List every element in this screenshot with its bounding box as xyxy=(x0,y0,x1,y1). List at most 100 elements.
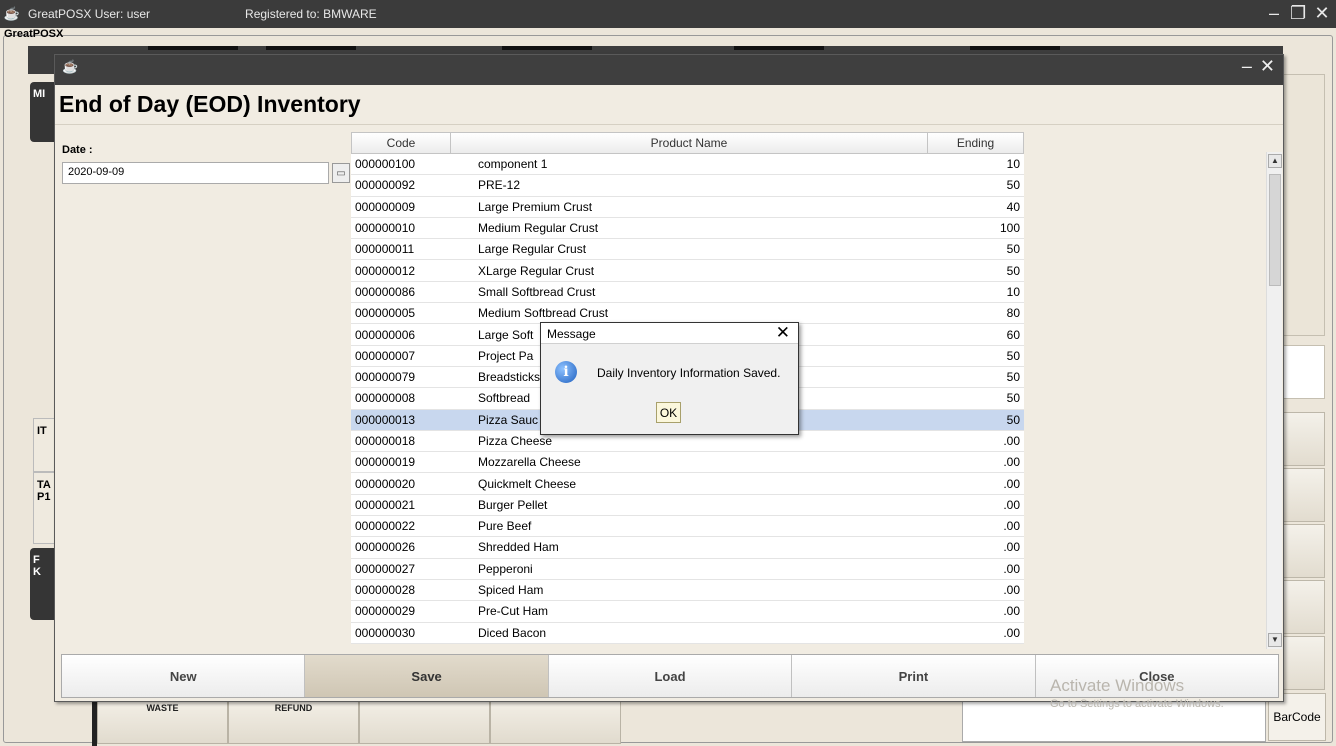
tab-indicator xyxy=(266,46,356,50)
cell-ending[interactable]: 80 xyxy=(928,306,1024,320)
table-row[interactable]: 000000022 Pure Beef .00 xyxy=(351,516,1024,538)
bg-right-button[interactable] xyxy=(1283,412,1325,466)
cell-code: 000000005 xyxy=(355,306,416,321)
app-title: GreatPOSX User: user xyxy=(28,7,151,21)
scroll-down-icon[interactable]: ▼ xyxy=(1268,633,1282,647)
cell-product-name: XLarge Regular Crust xyxy=(478,263,595,278)
cell-code: 000000086 xyxy=(355,284,416,299)
cell-ending[interactable]: .00 xyxy=(928,540,1024,554)
table-row[interactable]: 000000026 Shredded Ham .00 xyxy=(351,537,1024,559)
table-row[interactable]: 000000020 Quickmelt Cheese .00 xyxy=(351,473,1024,495)
cell-ending[interactable]: 50 xyxy=(928,413,1024,427)
table-row[interactable]: 000000021 Burger Pellet .00 xyxy=(351,495,1024,517)
print-button[interactable]: Print xyxy=(792,655,1036,697)
cell-ending[interactable]: .00 xyxy=(928,498,1024,512)
minimize-icon[interactable]: – xyxy=(1242,56,1252,77)
cell-ending[interactable]: 50 xyxy=(928,242,1024,256)
table-row[interactable]: 000000092 PRE-12 50 xyxy=(351,175,1024,197)
cell-ending[interactable]: .00 xyxy=(928,477,1024,491)
cell-ending[interactable]: 10 xyxy=(928,285,1024,299)
table-row[interactable]: 000000019 Mozzarella Cheese .00 xyxy=(351,452,1024,474)
table-row[interactable]: 000000100 component 1 10 xyxy=(351,154,1024,176)
cell-code: 000000020 xyxy=(355,476,416,491)
cell-ending[interactable]: 100 xyxy=(928,221,1024,235)
cell-code: 000000100 xyxy=(355,157,416,172)
cell-product-name: Pure Beef xyxy=(478,519,532,534)
table-row[interactable]: 000000010 Medium Regular Crust 100 xyxy=(351,218,1024,240)
cell-ending[interactable]: .00 xyxy=(928,604,1024,618)
cell-ending[interactable]: .00 xyxy=(928,434,1024,448)
cell-product-name: Shredded Ham xyxy=(478,540,559,555)
table-row[interactable]: 000000009 Large Premium Crust 40 xyxy=(351,197,1024,218)
table-row[interactable]: 000000086 Small Softbread Crust 10 xyxy=(351,282,1024,304)
cell-product-name: Pepperoni xyxy=(478,561,533,576)
cell-code: 000000026 xyxy=(355,540,416,555)
close-icon[interactable]: ✕ xyxy=(776,323,790,343)
bg-bottom-button[interactable] xyxy=(490,700,621,744)
save-button[interactable]: Save xyxy=(305,655,549,697)
restore-icon[interactable]: ❐ xyxy=(1290,3,1306,24)
bg-right-button[interactable] xyxy=(1283,580,1325,634)
column-header-ending[interactable]: Ending xyxy=(928,132,1024,154)
calendar-icon[interactable]: ▭ xyxy=(332,163,350,183)
table-row[interactable]: 000000028 Spiced Ham .00 xyxy=(351,580,1024,602)
bg-right-panel xyxy=(1283,74,1325,336)
cell-ending[interactable]: 50 xyxy=(928,391,1024,405)
cell-ending[interactable]: 50 xyxy=(928,178,1024,192)
cell-ending[interactable]: 40 xyxy=(928,200,1024,214)
bg-right-button[interactable] xyxy=(1283,636,1325,690)
table-row[interactable]: 000000030 Diced Bacon .00 xyxy=(351,623,1024,644)
close-icon[interactable]: ✕ xyxy=(1314,3,1330,24)
dialog-logo-icon: ☕ xyxy=(62,59,79,74)
cell-code: 000000027 xyxy=(355,561,416,576)
cell-ending[interactable]: .00 xyxy=(928,583,1024,597)
new-button[interactable]: New xyxy=(62,655,306,697)
window-controls: – ❐ ✕ xyxy=(1266,3,1330,24)
cell-ending[interactable]: 10 xyxy=(928,157,1024,171)
column-header-product-name[interactable]: Product Name xyxy=(451,132,928,154)
close-icon[interactable]: ✕ xyxy=(1260,56,1275,77)
registered-to: Registered to: BMWARE xyxy=(245,7,377,21)
column-header-code[interactable]: Code xyxy=(351,132,451,154)
load-button[interactable]: Load xyxy=(548,655,793,697)
table-row[interactable]: 000000027 Pepperoni .00 xyxy=(351,559,1024,580)
scroll-up-icon[interactable]: ▲ xyxy=(1268,154,1282,168)
cell-ending[interactable]: .00 xyxy=(928,626,1024,640)
cell-ending[interactable]: 60 xyxy=(928,328,1024,342)
table-row[interactable]: 000000011 Large Regular Crust 50 xyxy=(351,239,1024,261)
bg-tab-label: TA P1 xyxy=(37,479,51,503)
bg-bottom-button[interactable] xyxy=(359,700,490,744)
cell-product-name: Quickmelt Cheese xyxy=(478,476,577,491)
cell-product-name: Medium Regular Crust xyxy=(478,221,599,236)
cell-ending[interactable]: .00 xyxy=(928,455,1024,469)
cell-code: 000000011 xyxy=(355,242,415,257)
app-logo-icon: ☕ xyxy=(3,6,21,21)
cell-ending[interactable]: 50 xyxy=(928,349,1024,363)
ok-button[interactable]: OK xyxy=(656,402,681,423)
scroll-thumb[interactable] xyxy=(1269,174,1281,286)
cell-ending[interactable]: .00 xyxy=(928,519,1024,533)
cell-product-name: Pre-Cut Ham xyxy=(478,604,549,619)
dialog-header: End of Day (EOD) Inventory xyxy=(55,85,1283,125)
tab-indicator xyxy=(734,46,824,50)
table-row[interactable]: 000000029 Pre-Cut Ham .00 xyxy=(351,601,1024,623)
cell-ending[interactable]: 50 xyxy=(928,264,1024,278)
vertical-scrollbar[interactable]: ▲ ▼ xyxy=(1266,152,1282,649)
waste-button[interactable]: WASTE xyxy=(97,700,228,744)
tab-indicator xyxy=(148,46,238,50)
cell-code: 000000010 xyxy=(355,221,416,236)
message-title: Message xyxy=(547,327,596,341)
date-field[interactable]: 2020-09-09 xyxy=(62,162,329,184)
refund-button[interactable]: REFUND xyxy=(228,700,359,744)
bg-right-button[interactable] xyxy=(1283,468,1325,522)
bg-right-button[interactable] xyxy=(1283,524,1325,578)
cell-product-name: Diced Bacon xyxy=(478,625,547,640)
cell-ending[interactable]: .00 xyxy=(928,562,1024,576)
cell-product-name: Spiced Ham xyxy=(478,583,544,598)
table-row[interactable]: 000000012 XLarge Regular Crust 50 xyxy=(351,260,1024,282)
minimize-icon[interactable]: – xyxy=(1266,3,1282,24)
cell-ending[interactable]: 50 xyxy=(928,370,1024,384)
cell-code: 000000018 xyxy=(355,434,416,448)
inventory-table: Code Product Name Ending 000000100 compon… xyxy=(351,132,1271,649)
cell-code: 000000013 xyxy=(355,412,416,427)
